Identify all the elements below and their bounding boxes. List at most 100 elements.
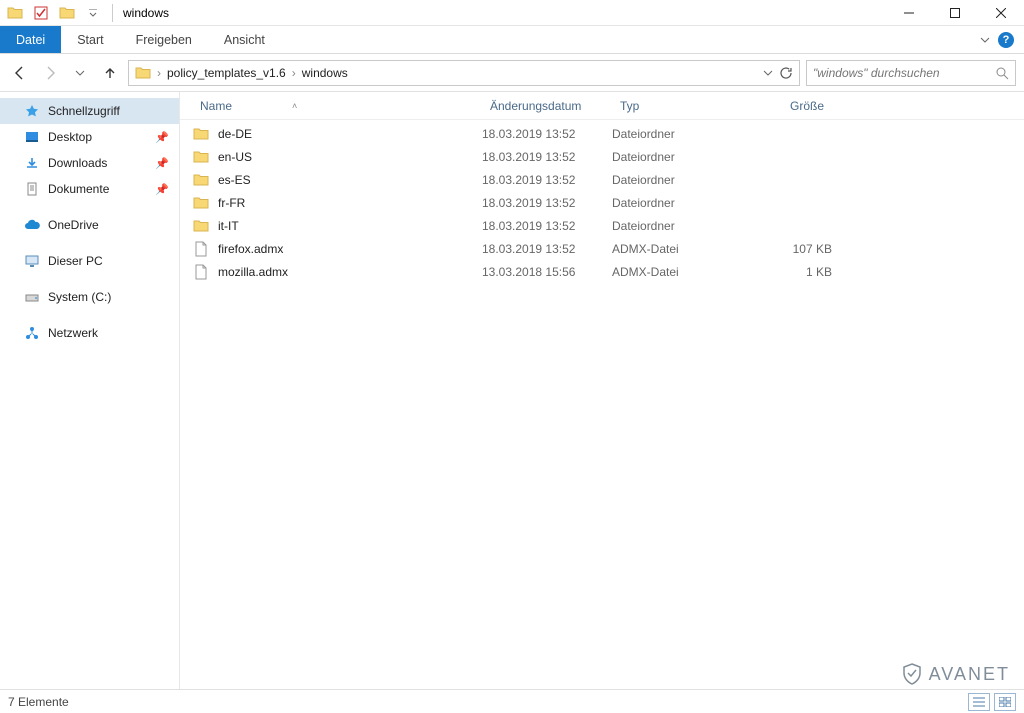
title-bar: windows [0, 0, 1024, 26]
breadcrumb[interactable]: policy_templates_v1.6 [163, 66, 290, 80]
network-icon [24, 325, 40, 341]
file-name: firefox.admx [218, 242, 283, 256]
search-box[interactable] [806, 60, 1016, 86]
column-headers: Name ˄ Änderungsdatum Typ Größe [180, 92, 1024, 120]
refresh-icon[interactable] [779, 66, 793, 80]
tab-start[interactable]: Start [61, 26, 119, 53]
chevron-right-icon[interactable]: › [290, 66, 298, 80]
qat-new-folder-icon[interactable] [56, 2, 78, 24]
column-name[interactable]: Name ˄ [192, 99, 482, 113]
sidebar-item-label: Schnellzugriff [48, 104, 120, 118]
document-icon [24, 181, 40, 197]
watermark-text: AVANET [929, 664, 1010, 685]
minimize-button[interactable] [886, 0, 932, 26]
sidebar-item-documents[interactable]: Dokumente 📌 [0, 176, 179, 202]
back-button[interactable] [8, 61, 32, 85]
tab-freigeben[interactable]: Freigeben [120, 26, 208, 53]
tab-datei[interactable]: Datei [0, 26, 61, 53]
recent-dropdown[interactable] [68, 61, 92, 85]
navigation-bar: › policy_templates_v1.6 › windows [0, 54, 1024, 92]
file-rows: de-DE18.03.2019 13:52Dateiordneren-US18.… [180, 120, 1024, 283]
ribbon-expand-icon[interactable] [980, 35, 990, 45]
sidebar-item-label: System (C:) [48, 290, 111, 304]
file-row[interactable]: es-ES 18.03.2019 13:52Dateiordner [180, 168, 1024, 191]
file-icon [192, 263, 210, 281]
sidebar-item-desktop[interactable]: Desktop 📌 [0, 124, 179, 150]
sidebar-item-label: Desktop [48, 130, 92, 144]
file-row[interactable]: fr-FR 18.03.2019 13:52Dateiordner [180, 191, 1024, 214]
file-type: ADMX-Datei [612, 265, 732, 279]
sidebar-item-this-pc[interactable]: Dieser PC [0, 248, 179, 274]
close-button[interactable] [978, 0, 1024, 26]
folder-icon [192, 194, 210, 212]
sort-ascending-icon: ˄ [292, 101, 297, 111]
chevron-right-icon[interactable]: › [155, 66, 163, 80]
view-large-icons-button[interactable] [994, 693, 1016, 711]
qat-folder-icon[interactable] [4, 2, 26, 24]
address-bar[interactable]: › policy_templates_v1.6 › windows [128, 60, 800, 86]
address-dropdown-icon[interactable] [763, 68, 773, 78]
forward-button[interactable] [38, 61, 62, 85]
file-size: 1 KB [732, 265, 832, 279]
qat-properties-icon[interactable] [30, 2, 52, 24]
file-row[interactable]: firefox.admx18.03.2019 13:52ADMX-Datei10… [180, 237, 1024, 260]
file-name: it-IT [218, 219, 239, 233]
file-name: en-US [218, 150, 252, 164]
pin-icon: 📌 [155, 183, 169, 196]
file-row[interactable]: de-DE18.03.2019 13:52Dateiordner [180, 122, 1024, 145]
folder-icon [192, 148, 210, 166]
file-date: 18.03.2019 13:52 [482, 173, 612, 187]
file-name: fr-FR [218, 196, 245, 210]
sidebar-item-downloads[interactable]: Downloads 📌 [0, 150, 179, 176]
file-type: ADMX-Datei [612, 242, 732, 256]
file-date: 18.03.2019 13:52 [482, 150, 612, 164]
shield-icon [901, 663, 923, 685]
tab-ansicht[interactable]: Ansicht [208, 26, 281, 53]
file-date: 18.03.2019 13:52 [482, 219, 612, 233]
help-icon[interactable]: ? [998, 32, 1014, 48]
maximize-button[interactable] [932, 0, 978, 26]
file-row[interactable]: mozilla.admx13.03.2018 15:56ADMX-Datei1 … [180, 260, 1024, 283]
search-icon[interactable] [995, 66, 1009, 80]
item-count: 7 Elemente [8, 695, 69, 709]
file-row[interactable]: en-US 18.03.2019 13:52Dateiordner [180, 145, 1024, 168]
folder-icon [192, 217, 210, 235]
folder-icon [131, 65, 155, 81]
sidebar-item-onedrive[interactable]: OneDrive [0, 212, 179, 238]
file-type: Dateiordner [612, 196, 732, 210]
pin-icon: 📌 [155, 157, 169, 170]
watermark: AVANET [901, 663, 1010, 685]
file-name: es-ES [218, 173, 251, 187]
sidebar-item-label: Dokumente [48, 182, 109, 196]
file-name: de-DE [218, 127, 252, 141]
status-bar: 7 Elemente [0, 689, 1024, 713]
file-row[interactable]: it-IT18.03.2019 13:52Dateiordner [180, 214, 1024, 237]
qat-customize-dropdown[interactable] [82, 2, 104, 24]
drive-icon [24, 289, 40, 305]
quick-access-toolbar [0, 2, 108, 24]
file-type: Dateiordner [612, 150, 732, 164]
file-list: Name ˄ Änderungsdatum Typ Größe de-DE18.… [180, 92, 1024, 689]
title-separator [112, 4, 113, 22]
file-icon [192, 240, 210, 258]
column-size[interactable]: Größe [732, 99, 832, 113]
up-button[interactable] [98, 61, 122, 85]
sidebar-item-quick-access[interactable]: Schnellzugriff [0, 98, 179, 124]
column-date[interactable]: Änderungsdatum [482, 99, 612, 113]
sidebar-item-system-c[interactable]: System (C:) [0, 284, 179, 310]
folder-icon [192, 125, 210, 143]
view-details-button[interactable] [968, 693, 990, 711]
breadcrumb[interactable]: windows [298, 66, 352, 80]
pin-icon: 📌 [155, 131, 169, 144]
file-type: Dateiordner [612, 173, 732, 187]
file-date: 18.03.2019 13:52 [482, 196, 612, 210]
navigation-pane: Schnellzugriff Desktop 📌 Downloads 📌 Dok… [0, 92, 180, 689]
sidebar-item-label: Netzwerk [48, 326, 98, 340]
pc-icon [24, 253, 40, 269]
sidebar-item-network[interactable]: Netzwerk [0, 320, 179, 346]
search-input[interactable] [813, 66, 995, 80]
column-type[interactable]: Typ [612, 99, 732, 113]
file-date: 18.03.2019 13:52 [482, 242, 612, 256]
folder-icon [192, 171, 210, 189]
ribbon-tabs: Datei Start Freigeben Ansicht ? [0, 26, 1024, 54]
